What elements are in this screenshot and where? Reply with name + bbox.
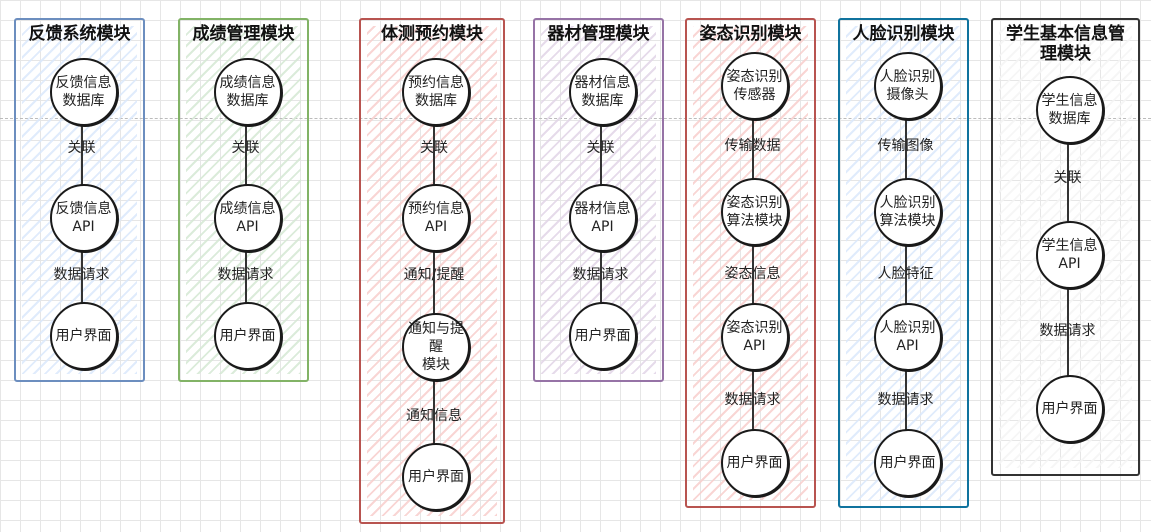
student-info-module: 学生基本信息管理模块关联数据请求 学生信息 数据库 学生信息 API 用户界面 bbox=[991, 18, 1140, 476]
process-node: 预约信息 API bbox=[402, 184, 470, 252]
node-label: 用户界面 bbox=[408, 469, 464, 485]
edge-label: 数据请求 bbox=[877, 392, 934, 408]
node-label: 人脸识别 摄像头 bbox=[879, 69, 936, 103]
node-label: 器材信息 数据库 bbox=[574, 75, 631, 109]
process-node: 用户界面 bbox=[1035, 375, 1104, 443]
node-label: 预约信息 数据库 bbox=[408, 75, 464, 109]
process-node: 人脸识别 API bbox=[873, 303, 942, 371]
feedback-module: 反馈系统模块关联数据请求 反馈信息 数据库 反馈信息 API 用户界面 bbox=[14, 18, 145, 382]
node-label: 预约信息 API bbox=[408, 201, 464, 235]
process-node: 成绩信息 API bbox=[213, 184, 282, 252]
module-title: 成绩管理模块 bbox=[192, 24, 295, 44]
module-title: 反馈系统模块 bbox=[28, 24, 131, 44]
node-label: 成绩信息 API bbox=[219, 201, 276, 235]
edge-label: 数据请求 bbox=[53, 267, 110, 283]
process-node: 人脸识别 算法模块 bbox=[873, 178, 942, 246]
edge-label: 关联 bbox=[231, 140, 260, 156]
posture-recognition-module: 姿态识别模块传输数据姿态信息数据请求 姿态识别 传感器 姿态识别 算法模块 姿态识别 … bbox=[685, 18, 816, 508]
node-label: 用户界面 bbox=[574, 328, 631, 344]
edge-label: 数据请求 bbox=[724, 392, 781, 408]
process-node: 姿态识别 传感器 bbox=[720, 52, 789, 120]
edge-label: 传输图像 bbox=[877, 138, 934, 154]
module-title: 器材管理模块 bbox=[547, 24, 650, 44]
process-node: 姿态识别 算法模块 bbox=[720, 178, 789, 246]
node-label: 反馈信息 数据库 bbox=[55, 75, 112, 109]
process-node: 用户界面 bbox=[213, 302, 282, 370]
node-label: 姿态识别 算法模块 bbox=[726, 195, 783, 229]
process-node: 用户界面 bbox=[720, 429, 789, 497]
process-node: 反馈信息 API bbox=[49, 184, 118, 252]
grades-module: 成绩管理模块关联数据请求 成绩信息 数据库 成绩信息 API 用户界面 bbox=[178, 18, 309, 382]
process-node: 通知与提醒 模块 bbox=[402, 313, 470, 381]
process-node: 用户界面 bbox=[873, 429, 942, 497]
edge-label: 传输数据 bbox=[724, 138, 781, 154]
process-node: 姿态识别 API bbox=[720, 303, 789, 371]
node-label: 用户界面 bbox=[879, 455, 936, 471]
booking-module: 体测预约模块关联通知/提醒通知信息 预约信息 数据库 预约信息 API 通知与提醒 模… bbox=[359, 18, 505, 524]
process-node: 用户界面 bbox=[568, 302, 637, 370]
node-label: 器材信息 API bbox=[574, 201, 631, 235]
module-title: 体测预约模块 bbox=[381, 24, 483, 44]
process-node: 成绩信息 数据库 bbox=[213, 58, 282, 126]
process-node: 器材信息 数据库 bbox=[568, 58, 637, 126]
process-node: 学生信息 数据库 bbox=[1035, 76, 1104, 144]
edge-label: 人脸特征 bbox=[877, 266, 934, 282]
node-label: 学生信息 API bbox=[1041, 238, 1098, 272]
node-label: 通知与提醒 模块 bbox=[408, 321, 464, 373]
edge-label: 通知信息 bbox=[406, 408, 462, 424]
edge-label: 通知/提醒 bbox=[403, 267, 465, 283]
node-label: 姿态识别 API bbox=[726, 320, 783, 354]
process-node: 反馈信息 数据库 bbox=[49, 58, 118, 126]
module-title: 学生基本信息管理模块 bbox=[1006, 24, 1125, 64]
equipment-module: 器材管理模块关联数据请求 器材信息 数据库 器材信息 API 用户界面 bbox=[533, 18, 664, 382]
node-label: 用户界面 bbox=[726, 455, 783, 471]
edge-label: 关联 bbox=[586, 140, 615, 156]
edge-label: 数据请求 bbox=[1039, 323, 1096, 339]
edge-label: 关联 bbox=[67, 140, 96, 156]
face-recognition-module: 人脸识别模块传输图像人脸特征数据请求 人脸识别 摄像头 人脸识别 算法模块 人脸识别 … bbox=[838, 18, 969, 508]
node-label: 人脸识别 算法模块 bbox=[879, 195, 936, 229]
node-label: 用户界面 bbox=[55, 328, 112, 344]
node-label: 学生信息 数据库 bbox=[1041, 93, 1098, 127]
process-node: 学生信息 API bbox=[1035, 221, 1104, 289]
process-node: 预约信息 数据库 bbox=[402, 58, 470, 126]
node-label: 姿态识别 传感器 bbox=[726, 69, 783, 103]
node-label: 反馈信息 API bbox=[55, 201, 112, 235]
process-node: 用户界面 bbox=[402, 443, 470, 511]
edge-label: 姿态信息 bbox=[724, 266, 781, 282]
edge-label: 数据请求 bbox=[217, 267, 274, 283]
process-node: 器材信息 API bbox=[568, 184, 637, 252]
edge-label: 关联 bbox=[420, 140, 448, 156]
node-label: 人脸识别 API bbox=[879, 320, 936, 354]
edge-label: 关联 bbox=[1053, 170, 1082, 186]
process-node: 用户界面 bbox=[49, 302, 118, 370]
process-node: 人脸识别 摄像头 bbox=[873, 52, 942, 120]
module-title: 姿态识别模块 bbox=[699, 24, 802, 44]
module-title: 人脸识别模块 bbox=[852, 24, 955, 44]
node-label: 用户界面 bbox=[1041, 401, 1098, 417]
node-label: 用户界面 bbox=[219, 328, 276, 344]
node-label: 成绩信息 数据库 bbox=[219, 75, 276, 109]
edge-label: 数据请求 bbox=[572, 267, 629, 283]
